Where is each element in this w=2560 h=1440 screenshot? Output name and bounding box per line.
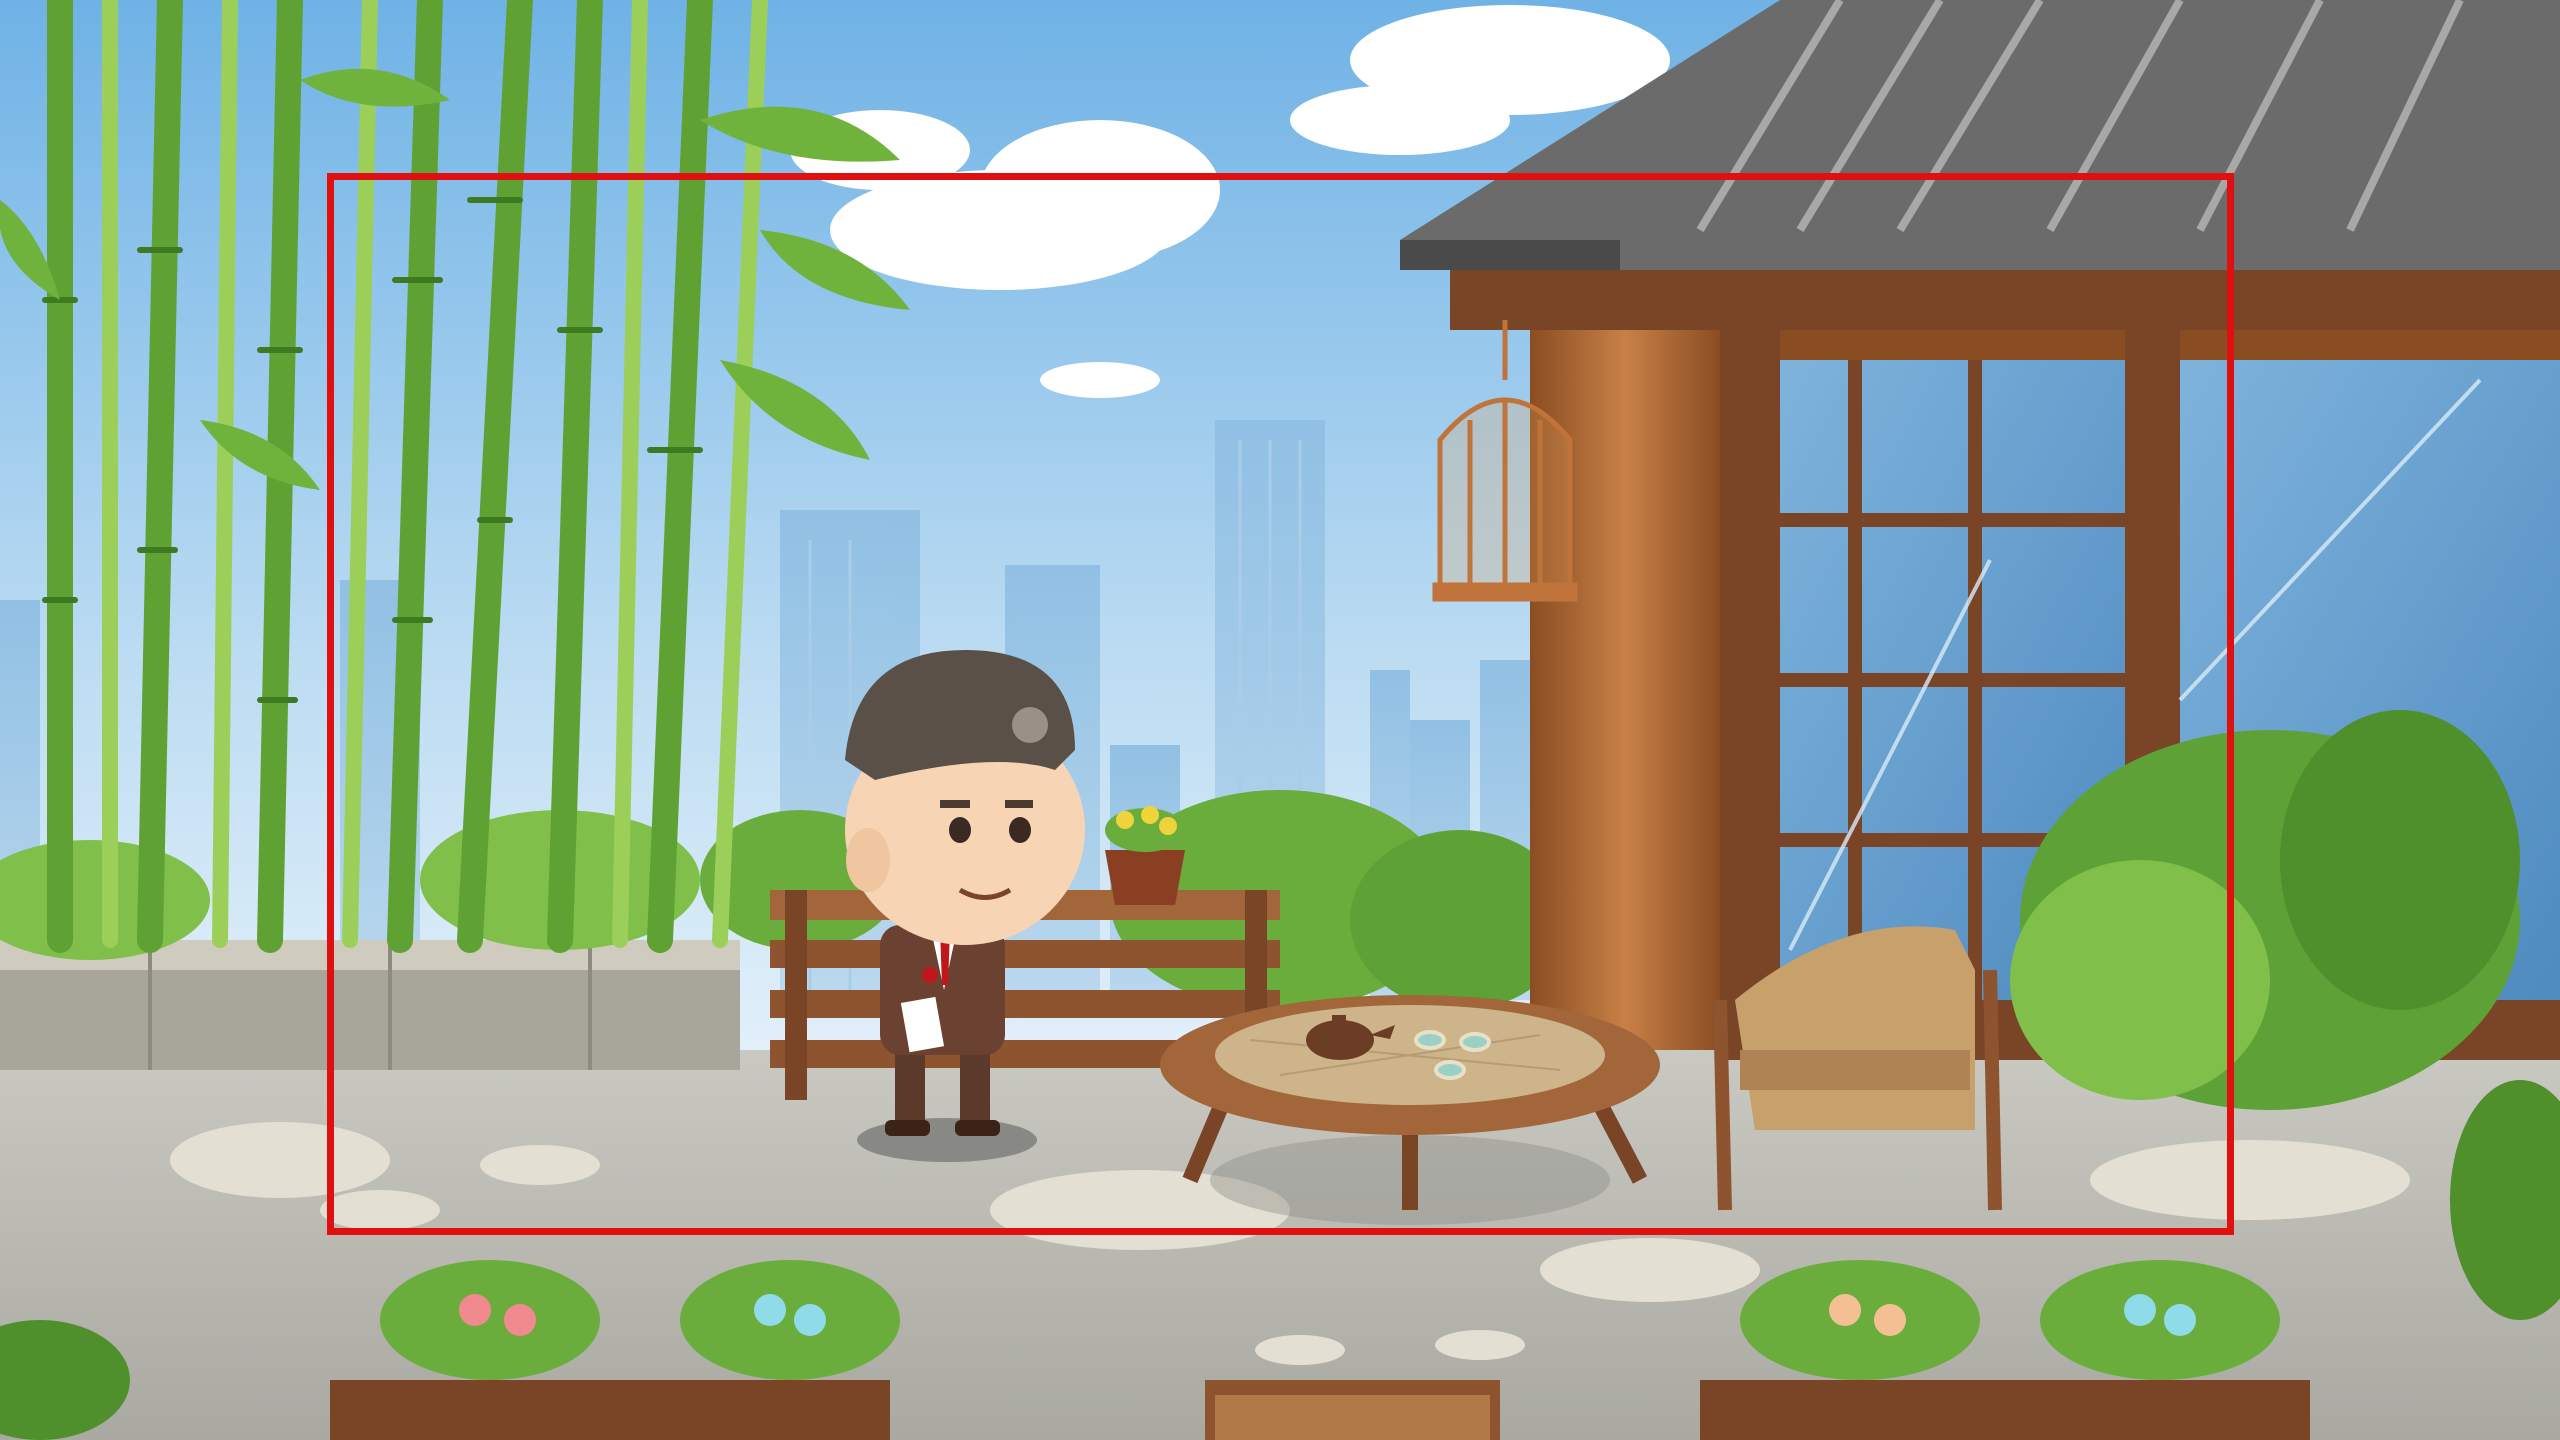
- game-scene: [0, 0, 2560, 1440]
- flower-pot-on-fence: [1105, 806, 1185, 905]
- tea-table: [1160, 995, 1660, 1225]
- stone-wall: [0, 940, 740, 1070]
